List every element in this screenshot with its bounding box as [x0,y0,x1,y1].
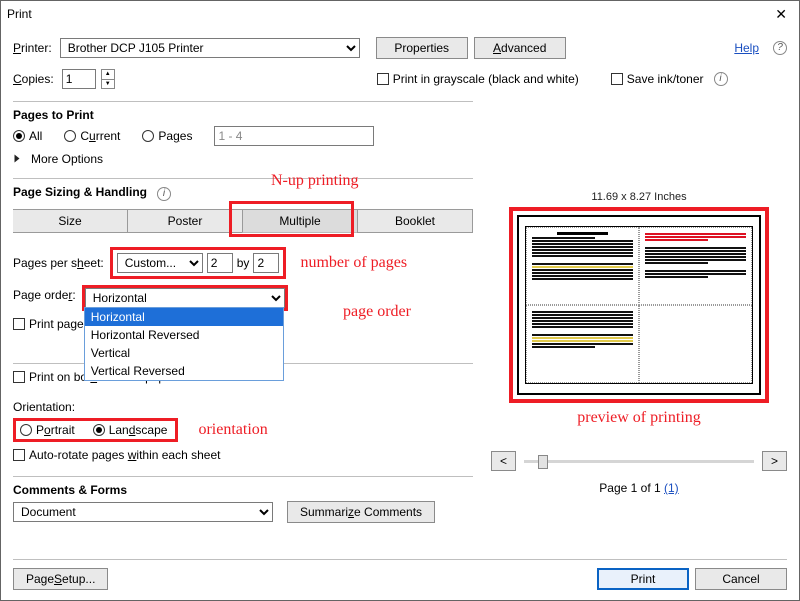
preview-next-button[interactable]: > [762,451,787,471]
pps-label: Pages per sheet: [13,256,104,270]
info-icon: i [714,72,728,86]
orientation-portrait-radio[interactable]: Portrait [20,423,75,437]
preview-dimensions: 11.69 x 8.27 Inches [491,191,787,203]
properties-button[interactable]: Properties [376,37,468,59]
page-setup-button[interactable]: Page Setup... [13,568,108,590]
copies-label: Copies: [13,72,54,86]
printer-label: Printer: [13,41,52,55]
annotation-preview: preview of printing [491,409,787,427]
page-order-dropdown: Horizontal Horizontal Reversed Vertical … [84,307,284,381]
preview-sheet [525,226,753,384]
pps-cols-input[interactable] [207,253,233,273]
preview-page-indicator: Page 1 of 1 (1) [491,481,787,495]
chevron-right-icon [15,155,20,163]
section-title: Pages to Print [13,108,473,122]
preview-page [639,227,752,305]
preview-page [526,305,639,383]
tab-multiple[interactable]: Multiple [242,209,358,233]
pages-range-radio[interactable]: Pages [142,129,192,143]
annotation-box: Custom... by [110,247,287,279]
left-column: Pages to Print All Current Pages [13,99,473,559]
page-order-option[interactable]: Vertical Reversed [85,362,283,380]
preview-paper [517,215,761,395]
pages-current-radio[interactable]: Current [64,129,120,143]
info-icon: i [157,187,171,201]
checkbox-icon [377,73,389,85]
page-sizing-section: Page Sizing & Handling i N-up printing S… [13,176,473,464]
preview-page [526,227,639,305]
orientation-landscape-radio[interactable]: Landscape [93,423,168,437]
section-title: Page Sizing & Handling [13,185,147,199]
pps-rows-input[interactable] [253,253,279,273]
comments-forms-section: Comments & Forms Document Summarize Comm… [13,474,473,523]
grayscale-checkbox[interactable]: Print in grayscale (black and white) [377,72,579,86]
tab-size[interactable]: Size [13,209,128,233]
annotation-orientation: orientation [198,421,267,439]
preview-area: 11.69 x 8.27 Inches [491,187,787,495]
summarize-comments-button[interactable]: Summarize Comments [287,501,435,523]
help-link[interactable]: Help [734,41,759,55]
dialog-footer: Page Setup... Print Cancel [1,560,799,600]
copies-row: Copies: ▲▼ Print in grayscale (black and… [13,69,787,89]
page-order-select[interactable]: Horizontal [85,288,285,308]
annotation-box [509,207,769,403]
comments-mode-select[interactable]: Document [13,502,273,522]
right-column: 11.69 x 8.27 Inches [491,99,787,559]
more-options-toggle[interactable]: More Options [13,152,473,166]
save-ink-checkbox[interactable]: Save ink/toner [611,72,704,86]
annotation-box: Portrait Landscape [13,418,178,442]
copies-input[interactable] [62,69,96,89]
tab-poster[interactable]: Poster [127,209,243,233]
preview-page [639,305,752,383]
pages-to-print-section: Pages to Print All Current Pages [13,99,473,166]
orientation-label: Orientation: [13,400,473,414]
preview-slider[interactable] [524,460,754,463]
preview-nav: < > [491,451,787,471]
copies-spinner[interactable]: ▲▼ [101,69,115,89]
page-order-option[interactable]: Horizontal Reversed [85,326,283,344]
preview-total-link[interactable]: (1) [664,481,679,495]
annotation-num-pages: number of pages [300,254,407,272]
auto-rotate-checkbox[interactable]: Auto-rotate pages within each sheet [13,448,220,462]
advanced-button[interactable]: Advanced [474,37,566,59]
page-order-label: Page order: [13,285,76,302]
preview-prev-button[interactable]: < [491,451,516,471]
sizing-tabs: Size Poster Multiple Booklet [13,209,473,233]
print-dialog: Print ✕ Printer: Brother DCP J105 Printe… [0,0,800,601]
pages-range-input[interactable] [214,126,374,146]
close-icon[interactable]: ✕ [771,6,791,23]
printer-row: Printer: Brother DCP J105 Printer Proper… [13,37,787,59]
pps-mode-select[interactable]: Custom... [117,253,203,273]
print-button[interactable]: Print [597,568,689,590]
tab-booklet[interactable]: Booklet [357,209,473,233]
annotation-box: Horizontal Horizontal Horizontal Reverse… [82,285,288,311]
titlebar: Print ✕ [1,1,799,27]
pages-all-radio[interactable]: All [13,129,42,143]
help-icon[interactable]: ? [773,41,787,55]
cancel-button[interactable]: Cancel [695,568,787,590]
window-title: Print [7,7,32,21]
section-title: Comments & Forms [13,483,473,497]
page-order-option[interactable]: Vertical [85,344,283,362]
checkbox-icon [611,73,623,85]
printer-select[interactable]: Brother DCP J105 Printer [60,38,360,58]
page-order-option[interactable]: Horizontal [85,308,283,326]
